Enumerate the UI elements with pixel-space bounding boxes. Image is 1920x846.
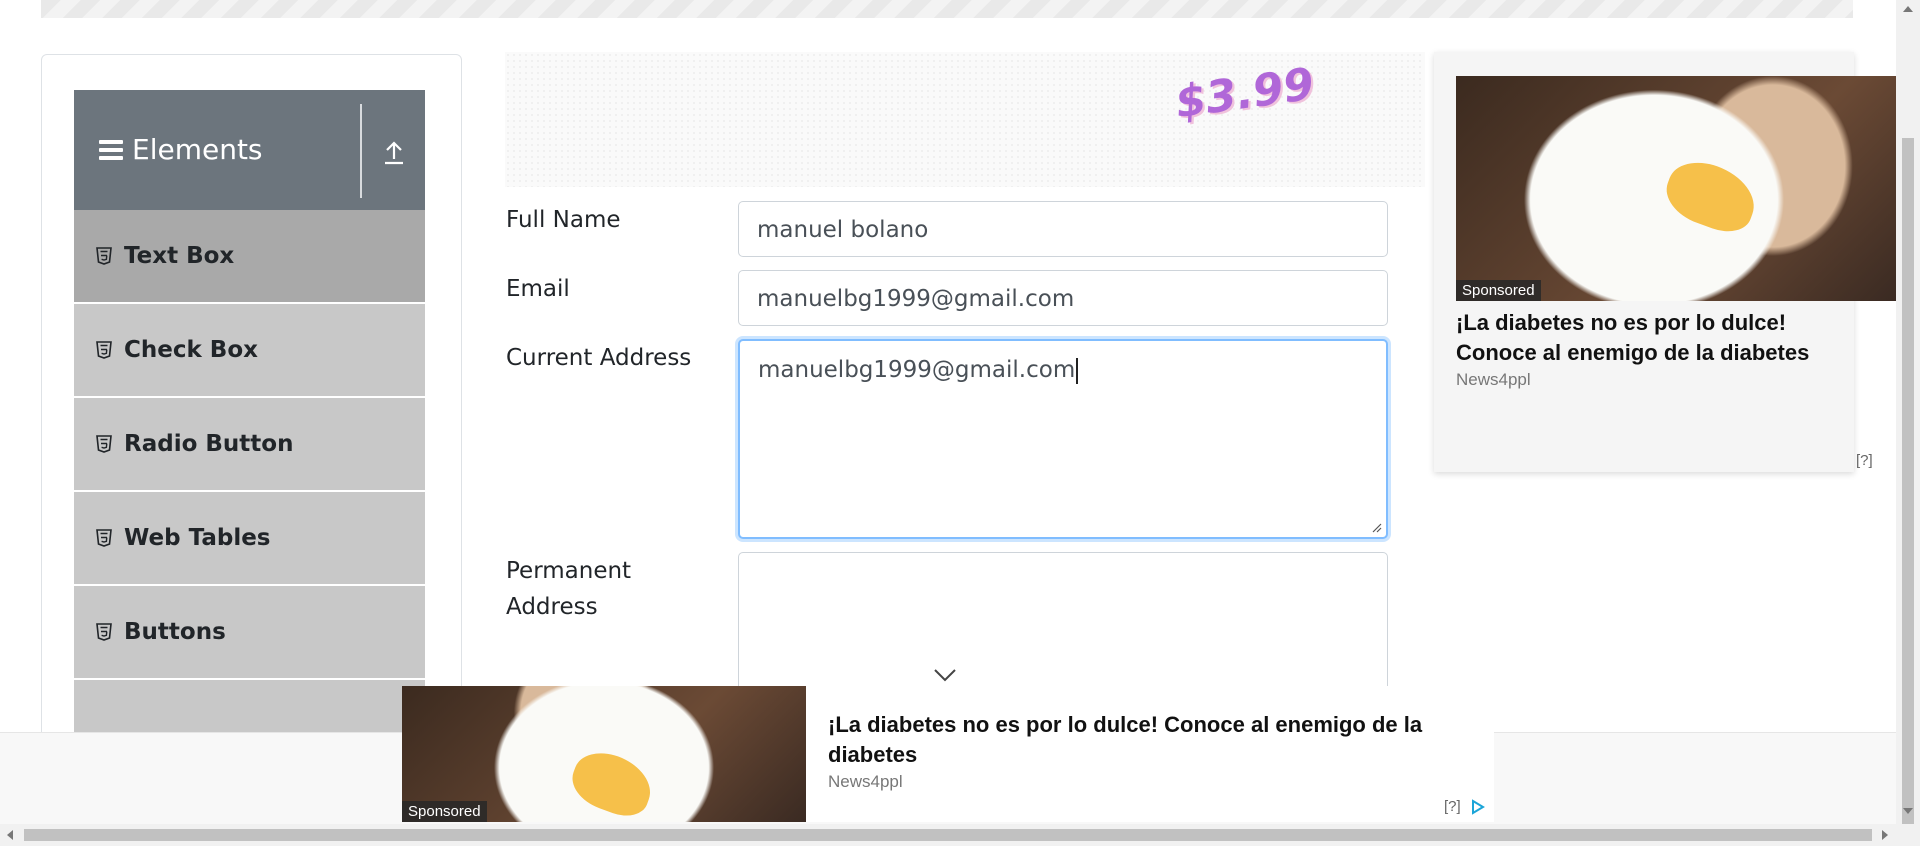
adchoices-icon[interactable] (1471, 799, 1485, 815)
ad-image[interactable]: Sponsored (1456, 76, 1896, 301)
form-banner-ad[interactable]: $3.99 (505, 52, 1425, 187)
header-divider (360, 104, 362, 198)
sidebar-item-label: Check Box (124, 337, 258, 363)
ad-headline[interactable]: ¡La diabetes no es por lo dulce! Conoce … (1456, 308, 1856, 368)
ad-source: News4ppl (828, 772, 903, 791)
text-caret (1076, 357, 1079, 384)
scroll-up-arrow-icon[interactable] (1903, 6, 1913, 12)
sidebar-item-buttons[interactable]: Buttons (74, 586, 425, 680)
ad-info-link[interactable]: [?] (1856, 452, 1873, 469)
vertical-scrollbar[interactable] (1896, 0, 1920, 824)
email-input[interactable]: manuelbg1999@gmail.com (738, 270, 1388, 326)
elements-menu-list: Text Box Check Box Radio Button Web Tabl… (74, 210, 425, 774)
full-name-label: Full Name (506, 207, 621, 233)
menu-icon (99, 140, 123, 160)
scroll-right-arrow-icon[interactable] (1882, 830, 1888, 840)
sidebar-item-radio-button[interactable]: Radio Button (74, 398, 425, 492)
egg-yolk-shape (565, 743, 659, 822)
horizontal-scrollbar-thumb[interactable] (24, 829, 1872, 841)
ad-price: $3.99 (1172, 58, 1318, 129)
upload-icon[interactable] (382, 140, 406, 166)
group-title: Elements (132, 133, 263, 166)
html5-icon (96, 529, 112, 547)
resize-grip-icon[interactable] (1370, 521, 1382, 533)
top-banner (41, 0, 1853, 18)
sidebar-item-label: Radio Button (124, 431, 294, 457)
permanent-address-label-line1: Permanent (506, 558, 632, 584)
right-sponsored-ad[interactable]: Sponsored ¡La diabetes no es por lo dulc… (1434, 52, 1896, 472)
sidebar-item-label: Text Box (124, 243, 235, 269)
permanent-address-label-line2: Address (506, 594, 598, 620)
sponsored-badge: Sponsored (402, 801, 487, 822)
sidebar-item-check-box[interactable]: Check Box (74, 304, 425, 398)
bottom-sponsored-ad[interactable]: Sponsored ¡La diabetes no es por lo dulc… (402, 686, 1494, 822)
elements-group-header[interactable]: Elements (74, 90, 425, 210)
email-value: manuelbg1999@gmail.com (757, 286, 1075, 312)
html5-icon (96, 623, 112, 641)
full-name-input[interactable]: manuel bolano (738, 201, 1388, 257)
egg-yolk-shape (1658, 152, 1764, 240)
ad-image[interactable]: Sponsored (402, 686, 806, 822)
sidebar-item-label: Web Tables (124, 525, 271, 551)
horizontal-scrollbar[interactable] (0, 824, 1920, 846)
vertical-scrollbar-thumb[interactable] (1902, 138, 1914, 824)
current-address-value: manuelbg1999@gmail.com (758, 357, 1076, 383)
email-label: Email (506, 276, 570, 302)
ad-source: News4ppl (1456, 370, 1531, 389)
sidebar-item-text-box[interactable]: Text Box (74, 210, 425, 304)
current-address-label: Current Address (506, 345, 692, 371)
scroll-left-arrow-icon[interactable] (7, 830, 13, 840)
html5-icon (96, 435, 112, 453)
scroll-down-arrow-icon[interactable] (1903, 808, 1913, 814)
sidebar-item-web-tables[interactable]: Web Tables (74, 492, 425, 586)
ad-info-link[interactable]: [?] (1444, 798, 1461, 815)
ad-info-row[interactable]: [?] (1444, 798, 1485, 815)
current-address-textarea[interactable]: manuelbg1999@gmail.com (738, 339, 1388, 539)
html5-icon (96, 341, 112, 359)
ad-headline[interactable]: ¡La diabetes no es por lo dulce! Conoce … (828, 710, 1478, 770)
sponsored-badge: Sponsored (1456, 280, 1541, 301)
html5-icon (96, 247, 112, 265)
chevron-down-icon[interactable] (933, 668, 957, 682)
sidebar-item-label: Buttons (124, 619, 226, 645)
